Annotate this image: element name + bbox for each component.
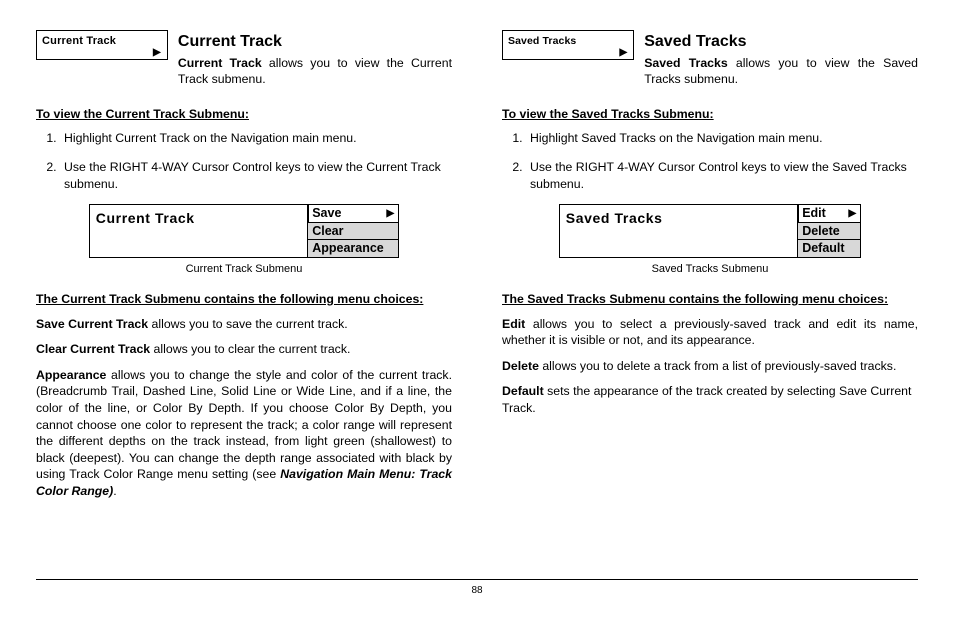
left-title-block: Current Track Current Track allows you t… — [178, 30, 452, 98]
left-intro: Current Track allows you to view the Cur… — [178, 55, 452, 88]
para-default-rest: sets the appearance of the track created… — [502, 384, 911, 415]
right-howto-heading: To view the Saved Tracks Submenu: — [502, 106, 918, 123]
right-steps-list: Highlight Saved Tracks on the Navigation… — [526, 130, 918, 192]
right-step-2: Use the RIGHT 4-WAY Cursor Control keys … — [526, 159, 918, 192]
para-save: Save Current Track allows you to save th… — [36, 316, 452, 333]
para-appearance-rest: allows you to change the style and color… — [36, 368, 452, 482]
current-track-submenu-figure: Current Track Save ▶ Clear Appearance — [36, 204, 452, 258]
para-delete-bold: Delete — [502, 359, 539, 373]
right-title-block: Saved Tracks Saved Tracks allows you to … — [644, 30, 918, 98]
submenu-group: Current Track Save ▶ Clear Appearance — [89, 204, 399, 258]
current-track-uibox: Current Track ▶ — [36, 30, 168, 60]
para-delete: Delete allows you to delete a track from… — [502, 358, 918, 375]
para-edit-bold: Edit — [502, 317, 525, 331]
submenu-opt-clear: Clear — [307, 222, 399, 241]
triangle-right-icon: ▶ — [849, 205, 857, 222]
para-edit-rest: allows you to select a previously-saved … — [502, 317, 918, 348]
para-clear-rest: allows you to clear the current track. — [150, 342, 350, 356]
saved-tracks-uibox: Saved Tracks ▶ — [502, 30, 634, 60]
uibox-label: Saved Tracks — [508, 35, 576, 47]
left-howto-heading: To view the Current Track Submenu: — [36, 106, 452, 123]
left-contains-heading: The Current Track Submenu contains the f… — [36, 291, 452, 308]
submenu-options: Save ▶ Clear Appearance — [307, 204, 399, 258]
right-column: Saved Tracks ▶ Saved Tracks Saved Tracks… — [502, 30, 918, 569]
submenu-opt-default: Default — [797, 239, 861, 258]
submenu-main-box: Saved Tracks — [559, 204, 799, 258]
page-number: 88 — [36, 584, 918, 598]
triangle-right-icon: ▶ — [387, 205, 395, 222]
right-step-1: Highlight Saved Tracks on the Navigation… — [526, 130, 918, 147]
para-appearance: Appearance allows you to change the styl… — [36, 367, 452, 500]
left-column: Current Track ▶ Current Track Current Tr… — [36, 30, 452, 569]
right-intro: Saved Tracks allows you to view the Save… — [644, 55, 918, 88]
left-step-1: Highlight Current Track on the Navigatio… — [60, 130, 452, 147]
triangle-right-icon: ▶ — [153, 46, 161, 60]
triangle-right-icon: ▶ — [619, 46, 627, 60]
para-default: Default sets the appearance of the track… — [502, 383, 918, 416]
submenu-main-box: Current Track — [89, 204, 309, 258]
para-clear-bold: Clear Current Track — [36, 342, 150, 356]
submenu-opt-edit: Edit ▶ — [797, 204, 861, 223]
right-header-row: Saved Tracks ▶ Saved Tracks Saved Tracks… — [502, 30, 918, 98]
para-default-bold: Default — [502, 384, 544, 398]
left-intro-bold: Current Track — [178, 56, 262, 70]
para-appearance-bold: Appearance — [36, 368, 106, 382]
para-save-rest: allows you to save the current track. — [148, 317, 348, 331]
para-delete-rest: allows you to delete a track from a list… — [539, 359, 896, 373]
submenu-opt-appearance: Appearance — [307, 239, 399, 258]
page: Current Track ▶ Current Track Current Tr… — [36, 30, 918, 580]
submenu-opt-delete: Delete — [797, 222, 861, 241]
opt-label: Edit — [802, 205, 826, 222]
submenu-options: Edit ▶ Delete Default — [797, 204, 861, 258]
right-submenu-caption: Saved Tracks Submenu — [502, 262, 918, 277]
opt-label: Save — [312, 205, 341, 222]
para-clear: Clear Current Track allows you to clear … — [36, 341, 452, 358]
para-appearance-end: . — [113, 484, 116, 498]
para-edit: Edit allows you to select a previously-s… — [502, 316, 918, 349]
left-submenu-caption: Current Track Submenu — [36, 262, 452, 277]
right-contains-heading: The Saved Tracks Submenu contains the fo… — [502, 291, 918, 308]
saved-tracks-submenu-figure: Saved Tracks Edit ▶ Delete Default — [502, 204, 918, 258]
left-steps-list: Highlight Current Track on the Navigatio… — [60, 130, 452, 192]
left-header-row: Current Track ▶ Current Track Current Tr… — [36, 30, 452, 98]
submenu-group: Saved Tracks Edit ▶ Delete Default — [559, 204, 861, 258]
uibox-label: Current Track — [42, 35, 116, 47]
left-step-2: Use the RIGHT 4-WAY Cursor Control keys … — [60, 159, 452, 192]
left-section-title: Current Track — [178, 31, 452, 53]
submenu-opt-save: Save ▶ — [307, 204, 399, 223]
right-section-title: Saved Tracks — [644, 31, 918, 53]
right-intro-bold: Saved Tracks — [644, 56, 727, 70]
para-save-bold: Save Current Track — [36, 317, 148, 331]
